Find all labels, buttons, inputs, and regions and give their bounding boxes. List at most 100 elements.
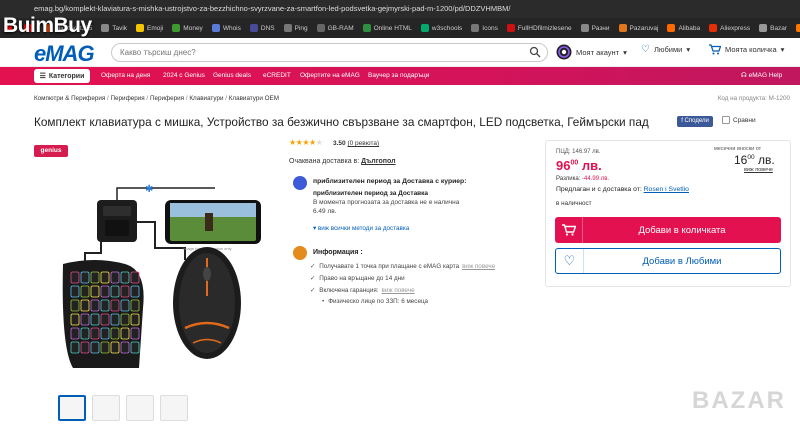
keyboard-key [100, 285, 110, 298]
keyboard-key [90, 327, 100, 340]
compare-checkbox[interactable]: Сравни [722, 116, 756, 124]
help-label: eMAG Help [748, 72, 783, 79]
saving-label: Разлика: [556, 176, 581, 182]
rating-stars[interactable]: ★★★★★ [289, 138, 323, 147]
bookmark-item[interactable]: Whois [211, 24, 241, 32]
bookmark-item[interactable]: Online HTML [362, 24, 412, 32]
bazar-watermark: BAZAR [692, 387, 786, 414]
keyboard-key [90, 341, 100, 354]
keyboard-key [70, 341, 80, 354]
price-saving: Разлика: -44.99 лв. [556, 176, 609, 182]
thumbnail-2[interactable] [92, 395, 120, 421]
bookmark-item[interactable]: w3schools [420, 24, 463, 32]
nav-link[interactable]: Ваучер за подаръци [368, 67, 429, 85]
breadcrumb-item[interactable]: Периферия [111, 95, 145, 102]
breadcrumb: Компютри & Периферия / Периферия / Периф… [34, 95, 279, 102]
bookmark-item[interactable]: GB-RAM [316, 24, 354, 32]
search-icon[interactable] [529, 46, 541, 58]
info-text: Получавате 1 точка при плащане с eMAG ка… [319, 263, 460, 270]
rating-text[interactable]: 3.50 (0 ревюта) [333, 140, 379, 147]
product-code: Код на продукта: M-1200 [717, 95, 790, 102]
bookmark-label: w3schools [431, 24, 463, 32]
keyboard-key [110, 285, 120, 298]
keyboard-key [80, 327, 90, 340]
bookmark-item[interactable]: Temu [796, 24, 800, 32]
stock-status: в наличност [556, 200, 592, 207]
monthly-more-link[interactable]: виж повече [744, 167, 773, 173]
rating-score: 3.50 [333, 140, 346, 147]
search-input[interactable] [111, 43, 548, 62]
bookmark-item[interactable]: Pazaruvaj [618, 24, 658, 32]
share-button[interactable]: f Сподели [677, 116, 713, 127]
info-item: ✓ Включена гаранция: виж повече [310, 287, 415, 294]
breadcrumb-item[interactable]: Клавиатури [189, 95, 223, 102]
nav-link[interactable]: Оферта на деня [101, 67, 150, 85]
keyboard-key [120, 327, 130, 340]
keyboard-key [130, 327, 140, 340]
breadcrumb-item[interactable]: Клавиатури OEM [229, 95, 279, 102]
chevron-down-icon: ▾ [686, 45, 691, 54]
bookmark-item[interactable]: Bazar [759, 24, 787, 32]
keyboard-key [120, 271, 130, 284]
bookmark-item[interactable]: Tavik [101, 24, 127, 32]
bookmark-favicon-icon [172, 24, 181, 32]
truck-icon [293, 176, 307, 190]
delivery-city[interactable]: Дългопол [361, 158, 395, 165]
bookmark-favicon-icon [506, 24, 515, 32]
thumbnail-3[interactable] [126, 395, 154, 421]
address-bar[interactable]: emag.bg/komplekt-klaviatura-s-mishka-ust… [0, 0, 800, 18]
breadcrumb-item[interactable]: Периферия [150, 95, 184, 102]
info-more-link[interactable]: виж повече [462, 263, 495, 270]
delivery-location[interactable]: Очаквана доставка в: Дългопол [289, 158, 396, 165]
categories-label: Категории [48, 72, 85, 80]
nav-link[interactable]: Офертите на eMAG [300, 67, 360, 85]
bookmark-label: Alibaba [678, 24, 701, 32]
info-more-link[interactable]: виж повече [382, 287, 415, 294]
cart-menu[interactable]: Моята количка ▾ [709, 44, 784, 55]
bookmark-label: FullHDfilmizlesene [517, 24, 572, 32]
help-link[interactable]: ☊ eMAG Help [741, 67, 782, 85]
keyboard-key [120, 285, 130, 298]
emag-logo[interactable]: eMAG [34, 41, 95, 67]
bookmark-item[interactable]: Icons [471, 24, 498, 32]
bookmark-item[interactable]: Ping [283, 24, 308, 32]
seller-link[interactable]: Rosen i Svetlio [644, 186, 689, 193]
product-image[interactable]: ✱ Image for presentation only [55, 178, 270, 373]
breadcrumb-item[interactable]: Компютри & Периферия [34, 95, 105, 102]
bookmark-item[interactable]: Alibaba [667, 24, 700, 32]
bookmark-item[interactable]: DNS [249, 24, 275, 32]
bookmark-favicon-icon [471, 24, 480, 32]
bookmark-item[interactable]: FullHDfilmizlesene [506, 24, 572, 32]
page-title: Комплект клавиатура с мишка, Устройство … [34, 115, 649, 129]
bookmark-item[interactable]: Money [172, 24, 203, 32]
bookmark-item[interactable]: Разни [580, 24, 610, 32]
delivery-methods-link[interactable]: ▾ виж всички методи за доставка [313, 225, 409, 232]
check-icon: ✓ [310, 275, 316, 282]
nav-link[interactable]: 2024 с Genius [163, 67, 205, 85]
keyboard-key [120, 299, 130, 312]
monthly-label: месечни вноски от [714, 146, 762, 152]
thumbnail-4[interactable] [160, 395, 188, 421]
add-to-cart-label: Добави в количката [638, 224, 726, 236]
nav-link[interactable]: eCREDIT [263, 67, 291, 85]
bookmark-favicon-icon [362, 24, 371, 32]
reviews-link[interactable]: (0 ревюта) [347, 140, 379, 147]
nav-link[interactable]: Genius deals [213, 67, 251, 85]
bookmark-favicon-icon [618, 24, 627, 32]
bookmark-item[interactable]: Emoji [136, 24, 163, 32]
keyboard-key [120, 313, 130, 326]
bookmark-label: Emoji [147, 24, 164, 32]
account-label: Моят акаунт [576, 47, 620, 57]
add-to-favorites-button[interactable]: ♡ Добави в Любими [555, 248, 781, 274]
chevron-down-icon: ▾ [780, 45, 785, 54]
account-menu[interactable]: Моят акаунт ▾ [556, 44, 627, 60]
categories-button[interactable]: ☰ Категории [34, 69, 90, 83]
favorites-menu[interactable]: ♡ Любими ▾ [641, 44, 690, 55]
share-label: Сподели [684, 118, 709, 124]
courier-delivery-title: приблизителен период за Доставка с курие… [313, 178, 467, 185]
thumbnail-1[interactable] [58, 395, 86, 421]
info-text: Право на връщане до 14 дни [319, 275, 405, 282]
bookmark-item[interactable]: Aliexpress [709, 24, 750, 32]
delivery-price: 6.49 лв. [313, 208, 337, 215]
add-to-cart-button[interactable]: Добави в количката [555, 217, 781, 243]
